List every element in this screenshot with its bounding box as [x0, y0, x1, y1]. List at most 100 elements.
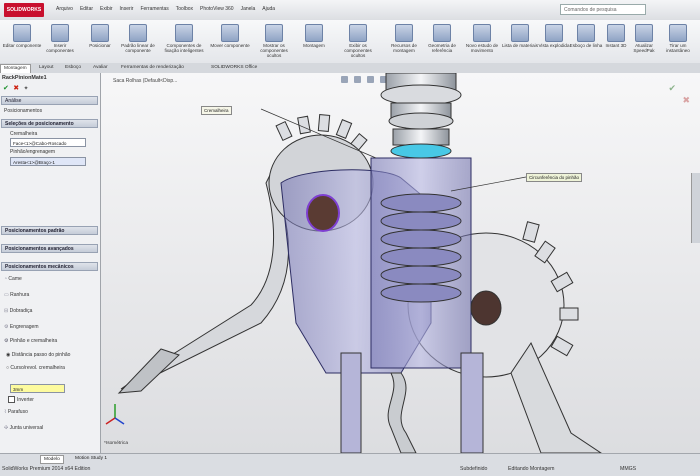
mechanical-mates-header[interactable]: Posicionamentos mecânicos [1, 262, 98, 271]
tab-office[interactable]: SOLIDWORKS Office [208, 64, 260, 72]
property-manager: RackPinionMate1 ✔ ✖ ✦ Análise Posicionam… [0, 73, 101, 453]
linear-pattern-button[interactable]: Padrão linear de componente [118, 22, 158, 60]
rack-callout: Cremalheira [201, 106, 232, 115]
menu-photoview[interactable]: PhotoView 360 [200, 6, 234, 12]
menu-ferramentas[interactable]: Ferramentas [140, 6, 168, 12]
new-motion-study-button[interactable]: Novo estudo de movimento [462, 22, 502, 60]
ok-cancel-row: ✔ ✖ ✦ [3, 84, 29, 92]
checkbox-icon [8, 396, 15, 403]
cancel-corner-icon[interactable]: ✖ [682, 95, 690, 106]
cam-item[interactable]: ◔ Came [4, 276, 22, 282]
universal-joint-item[interactable]: ✣ Junta universal [4, 425, 43, 431]
insert-components-icon [51, 24, 69, 42]
title-bar: SOLIDWORKS Arquivo Editar Exibir Inserir… [0, 0, 700, 21]
gear-icon: ⚙ [4, 324, 9, 330]
search-input[interactable]: Comandos de pesquisa [560, 4, 646, 15]
view-orientation-label: *Isométrica [104, 441, 128, 446]
screw-item[interactable]: ⌇ Parafuso [4, 409, 28, 415]
rack-travel-option[interactable]: ○ Curso/revol. cremalheira [6, 365, 65, 371]
show-hidden-icon [265, 24, 283, 42]
screw-icon: ⌇ [4, 409, 7, 415]
confirm-corner-icon[interactable]: ✔ [668, 83, 676, 94]
menu-arquivo[interactable]: Arquivo [56, 6, 73, 12]
move-component-icon [221, 24, 239, 42]
pinion-callout: Circunferência do pinhão [526, 173, 583, 182]
product-edition: SolidWorks Premium 2014 x64 Edition [2, 466, 91, 472]
motion-study-icon [473, 24, 491, 42]
take-snapshot-button[interactable]: Tirar um instantâneo [658, 22, 698, 60]
rack-pinion-item[interactable]: ⚙ Pinhão e cremalheira [4, 338, 57, 344]
command-manager: Editar componente Inserir componentes Po… [0, 20, 700, 64]
property-title: RackPinionMate1 [2, 75, 47, 81]
hinge-item[interactable]: ⊟ Dobradiça [4, 308, 32, 314]
radio-empty-icon: ○ [6, 365, 10, 371]
menu-janela[interactable]: Janela [241, 6, 256, 12]
smart-fasteners-button[interactable]: Componentes de fixação inteligentes [164, 22, 204, 60]
tab-avaliar[interactable]: Avaliar [90, 64, 111, 72]
ok-icon[interactable]: ✔ [3, 85, 9, 92]
assembly-icon [305, 24, 323, 42]
invert-checkbox[interactable]: Inverter [8, 396, 34, 403]
positioning-label[interactable]: Posicionamentos [4, 108, 42, 114]
tab-layout[interactable]: Layout [36, 64, 56, 72]
menu-editar[interactable]: Editar [80, 6, 93, 12]
radio-selected-icon: ◉ [6, 352, 11, 358]
orientation-triad [105, 404, 125, 425]
advanced-mates-header[interactable]: Posicionamentos avançados [1, 244, 98, 253]
pitch-distance-option[interactable]: ◉ Distância passo do pinhão [6, 352, 70, 358]
tab-esboco[interactable]: Esboço [62, 64, 84, 72]
speedpak-icon [635, 24, 653, 42]
slot-item[interactable]: ▭ Ranhura [4, 292, 29, 298]
assembly-features-button[interactable]: Recursos de montagem [384, 22, 424, 60]
move-component-button[interactable]: Mover componente [210, 22, 250, 60]
pinion-field[interactable]: Aresta<1>@Braço-1 [10, 157, 86, 166]
standard-mates-header[interactable]: Posicionamentos padrão [1, 226, 98, 235]
rack-field[interactable]: Face<1>@Cabo-Roscado [10, 138, 86, 147]
insert-components-button[interactable]: Inserir componentes [40, 22, 80, 60]
tab-montagem[interactable]: Montagem [0, 64, 31, 73]
task-pane-tabs[interactable] [691, 173, 700, 243]
reference-geometry-button[interactable]: Geometria de referência [422, 22, 462, 60]
right-lever-arm [510, 341, 602, 453]
menu-toolbox[interactable]: Toolbox [176, 6, 193, 12]
rack-label: Cremalheira [10, 131, 38, 137]
menu-ajuda[interactable]: Ajuda [262, 6, 275, 12]
pin-icon[interactable]: ✦ [24, 86, 29, 92]
assembly-button[interactable]: Montagem [294, 22, 334, 60]
value-field[interactable]: 3mm [10, 384, 65, 393]
left-pivot-boss [306, 194, 340, 232]
edit-mode: Editando Montagem [508, 466, 555, 472]
solidworks-logo[interactable]: SOLIDWORKS [4, 3, 44, 17]
unit-system[interactable]: MMGS [620, 466, 636, 472]
analysis-tab[interactable]: Análise [1, 96, 98, 105]
status-bar: Modelo Motion Study 1 SolidWorks Premium… [0, 453, 700, 476]
instant-3d-icon [607, 24, 625, 42]
assembly-features-icon [395, 24, 413, 42]
left-lever-arm [120, 171, 289, 390]
graphics-area[interactable]: Saca Rolhas (Default<Disp... Cremalheira… [101, 73, 700, 453]
cam-icon: ◔ [4, 276, 8, 282]
explode-line-icon [577, 24, 595, 42]
left-lever-tip [117, 348, 180, 394]
edit-component-button[interactable]: Editar componente [2, 22, 42, 60]
hidden-components-button[interactable]: Exibir os componentes ocultos [338, 22, 378, 60]
reference-geometry-icon [433, 24, 451, 42]
mate-button[interactable]: Posicionar [80, 22, 120, 60]
lower-post-left [340, 352, 362, 453]
selections-header[interactable]: Seleções de posicionamento [1, 119, 98, 128]
right-pivot-boss [470, 290, 502, 326]
gear-item[interactable]: ⚙ Engrenagem [4, 324, 39, 330]
slot-icon: ▭ [4, 292, 9, 298]
bom-icon [511, 24, 529, 42]
snapshot-icon [669, 24, 687, 42]
tab-model[interactable]: Modelo [40, 455, 64, 464]
tab-render-tools[interactable]: Ferramentas de renderização [118, 64, 187, 72]
corkscrew-model [105, 73, 602, 453]
edit-component-icon [13, 24, 31, 42]
cancel-icon[interactable]: ✖ [13, 85, 19, 92]
show-hidden-button[interactable]: Mostrar os componentes ocultos [254, 22, 294, 60]
tab-motion-study[interactable]: Motion Study 1 [72, 455, 110, 462]
top-handle-stack [380, 73, 462, 159]
menu-inserir[interactable]: Inserir [120, 6, 134, 12]
menu-exibir[interactable]: Exibir [100, 6, 113, 12]
